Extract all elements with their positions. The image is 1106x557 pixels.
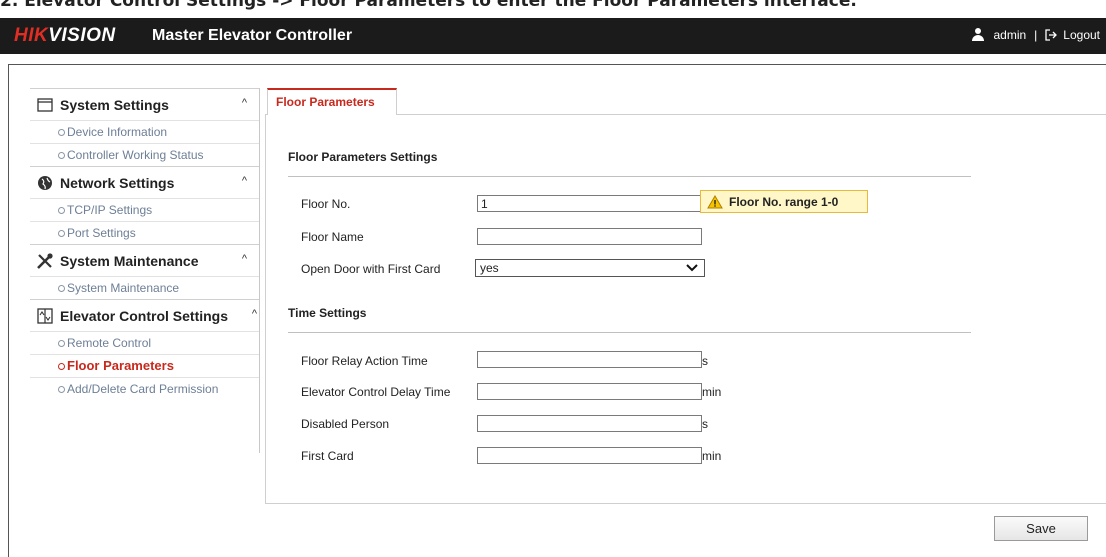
chevron-up-icon[interactable]: ^ (242, 175, 247, 187)
settings-panel (265, 114, 1106, 504)
floor-no-input[interactable] (477, 195, 702, 212)
sidebar: System Settings ^ Device Information Con… (30, 88, 260, 453)
elevator-control-delay-time-label: Elevator Control Delay Time (301, 385, 451, 399)
header-bar: HIKVISION Master Elevator Controller adm… (0, 18, 1106, 54)
hikvision-logo: HIKVISION (14, 25, 116, 46)
window-icon (36, 96, 54, 114)
disabled-person-label: Disabled Person (301, 417, 390, 431)
bullet-icon (58, 152, 65, 159)
user-icon (971, 28, 985, 42)
unit-label: s (702, 354, 708, 368)
sidebar-item-port-settings[interactable]: Port Settings (30, 221, 259, 244)
logout-link[interactable]: Logout (1063, 28, 1100, 42)
app-title: Master Elevator Controller (152, 27, 353, 44)
sidebar-item-remote-control[interactable]: Remote Control (30, 331, 259, 354)
username[interactable]: admin (993, 28, 1026, 42)
open-door-select[interactable]: yes (475, 259, 705, 277)
sidebar-group-label: System Maintenance (60, 252, 199, 269)
globe-icon (36, 174, 54, 192)
bullet-icon (58, 363, 65, 370)
floor-name-input[interactable] (477, 228, 702, 245)
sidebar-item-tcpip-settings[interactable]: TCP/IP Settings (30, 198, 259, 221)
user-box: admin | Logout (971, 28, 1100, 42)
sidebar-group-system-maintenance[interactable]: System Maintenance ^ (30, 244, 259, 276)
sidebar-group-label: Elevator Control Settings (60, 307, 229, 324)
sidebar-group-system-settings[interactable]: System Settings ^ (30, 88, 259, 120)
caption-text: 2. Elevator Control Settings -> Floor Pa… (0, 0, 857, 11)
warning-text: Floor No. range 1-0 (729, 194, 839, 209)
logout-icon[interactable] (1045, 29, 1058, 41)
unit-label: min (702, 385, 722, 399)
chevron-up-icon[interactable]: ^ (242, 97, 247, 109)
unit-label: s (702, 417, 708, 431)
sidebar-group-elevator-control-settings[interactable]: Elevator Control Settings ^ (30, 299, 259, 331)
time-section-title: Time Settings (288, 306, 367, 320)
warning-icon (707, 194, 723, 208)
elevator-icon (36, 307, 54, 325)
floor-no-label: Floor No. (301, 197, 351, 211)
open-door-label: Open Door with First Card (301, 262, 441, 276)
bullet-icon (58, 230, 65, 237)
chevron-down-icon (686, 264, 698, 272)
document-caption: 2. Elevator Control Settings -> Floor Pa… (0, 0, 1106, 18)
sidebar-group-label: System Settings (60, 96, 169, 113)
floor-relay-action-time-label: Floor Relay Action Time (301, 354, 428, 368)
first-card-input[interactable] (477, 447, 702, 464)
bullet-icon (58, 207, 65, 214)
floor-no-warning: Floor No. range 1-0 (700, 190, 868, 213)
sidebar-item-controller-working-status[interactable]: Controller Working Status (30, 143, 259, 166)
bullet-icon (58, 386, 65, 393)
floor-name-label: Floor Name (301, 230, 364, 244)
tools-icon (36, 252, 54, 270)
save-button[interactable]: Save (994, 516, 1088, 541)
first-card-label: First Card (301, 449, 354, 463)
bullet-icon (58, 340, 65, 347)
section-divider (288, 176, 971, 177)
chevron-up-icon[interactable]: ^ (242, 253, 247, 265)
bullet-icon (58, 285, 65, 292)
sidebar-group-label: Network Settings (60, 174, 175, 191)
open-door-selected-value: yes (480, 261, 499, 275)
chevron-up-icon[interactable]: ^ (252, 308, 257, 320)
tab-floor-parameters[interactable]: Floor Parameters (267, 88, 397, 115)
sidebar-group-network-settings[interactable]: Network Settings ^ (30, 166, 259, 198)
sidebar-item-floor-parameters[interactable]: Floor Parameters (30, 354, 259, 377)
elevator-control-delay-time-input[interactable] (477, 383, 702, 400)
sidebar-item-add-delete-card-permission[interactable]: Add/Delete Card Permission (30, 377, 259, 400)
section-divider (288, 332, 971, 333)
disabled-person-input[interactable] (477, 415, 702, 432)
header-separator: | (1034, 28, 1038, 42)
floor-section-title: Floor Parameters Settings (288, 150, 438, 164)
floor-relay-action-time-input[interactable] (477, 351, 702, 368)
sidebar-item-device-information[interactable]: Device Information (30, 120, 259, 143)
sidebar-item-system-maintenance[interactable]: System Maintenance (30, 276, 259, 299)
unit-label: min (702, 449, 722, 463)
bullet-icon (58, 129, 65, 136)
